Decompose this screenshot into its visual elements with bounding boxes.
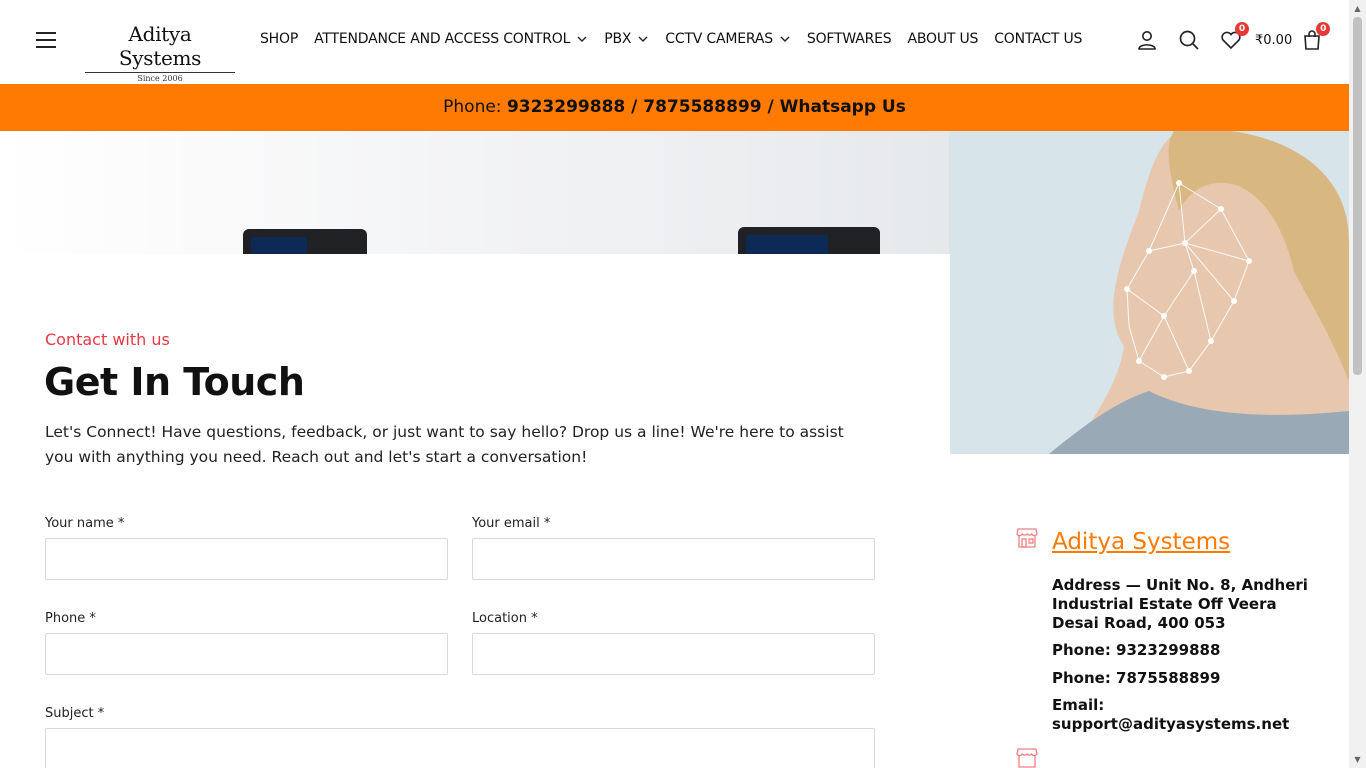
whatsapp-link[interactable]: Whatsapp Us (780, 97, 906, 117)
logo[interactable]: Aditya Systems Since 2006 (85, 22, 235, 83)
email-text: Email: support@adityasystems.net (1052, 696, 1290, 733)
nav-item-cctv[interactable]: CCTV CAMERAS (665, 31, 791, 47)
nav-item-softwares[interactable]: SOFTWARES (807, 31, 892, 47)
logo-tagline: Since 2006 (137, 74, 183, 83)
nav-item-attendance[interactable]: ATTENDANCE AND ACCESS CONTROL (314, 31, 588, 47)
store-icon (1016, 528, 1038, 548)
face-recognition-image (949, 131, 1349, 454)
page-title: Get In Touch (44, 360, 305, 404)
search-icon[interactable] (1177, 28, 1201, 52)
chevron-down-icon (577, 36, 587, 42)
nav-label: ABOUT US (907, 31, 979, 47)
cart-count-badge: 0 (1316, 22, 1331, 36)
scroll-up-icon[interactable]: ▲ (1349, 0, 1366, 17)
name-input[interactable] (45, 538, 448, 580)
logo-name: Aditya Systems (85, 22, 235, 73)
menu-icon[interactable] (36, 32, 56, 48)
name-label: Your name * (45, 516, 125, 531)
location-input[interactable] (472, 633, 875, 675)
email-label: Your email * (472, 516, 551, 531)
subject-input[interactable] (45, 728, 875, 768)
nav-item-pbx[interactable]: PBX (604, 31, 649, 47)
phone-label: Phone * (45, 611, 96, 626)
site-header: Aditya Systems Since 2006 SHOP ATTENDANC… (0, 0, 1349, 84)
nav-label: CONTACT US (994, 31, 1083, 47)
address-text: Address — Unit No. 8, Andheri Industrial… (1052, 576, 1308, 632)
phone-prefix: Phone: (443, 97, 507, 117)
nav-item-shop[interactable]: SHOP (260, 31, 298, 47)
wishlist-count-badge: 0 (1235, 22, 1249, 36)
nav-label: CCTV CAMERAS (665, 31, 773, 47)
nav-label: PBX (604, 31, 632, 47)
nav-label: ATTENDANCE AND ACCESS CONTROL (314, 31, 571, 47)
user-icon[interactable] (1135, 28, 1159, 52)
scrollbar-thumb[interactable] (1353, 17, 1362, 375)
phone-field-group: Phone * (45, 611, 448, 675)
header-actions: 0 ₹0.00 0 (1135, 22, 1342, 52)
store-icon (1016, 748, 1038, 768)
location-label: Location * (472, 611, 538, 626)
email-field-group: Your email * (472, 516, 875, 580)
shopping-bag-icon[interactable]: 0 (1300, 22, 1331, 52)
intro-text: Let's Connect! Have questions, feedback,… (45, 423, 844, 466)
email-input[interactable] (472, 538, 875, 580)
scroll-down-icon[interactable]: ▼ (1349, 751, 1366, 768)
company-name-link[interactable]: Aditya Systems (1052, 529, 1230, 555)
phone-separator: / (625, 97, 644, 117)
subject-label: Subject * (45, 706, 105, 721)
contact-form-panel: Contact with us Get In Touch Let's Conne… (0, 254, 950, 768)
name-field-group: Your name * (45, 516, 448, 580)
phone-text-2: Phone: 7875588899 (1052, 669, 1221, 687)
nav-label: SOFTWARES (806, 31, 892, 47)
phone-bar: Phone: 9323299888 / 7875588899 / Whatsap… (0, 84, 1349, 131)
subject-field-group: Subject * (45, 706, 875, 768)
phone-link-1[interactable]: 9323299888 (507, 97, 625, 117)
nav-item-contact[interactable]: CONTACT US (994, 31, 1082, 47)
section-eyebrow: Contact with us (45, 330, 170, 349)
nav-item-about[interactable]: ABOUT US (907, 31, 978, 47)
location-field-group: Location * (472, 611, 875, 675)
phone-separator: / (761, 97, 780, 117)
cart-total[interactable]: ₹0.00 (1255, 33, 1292, 48)
nav-label: SHOP (260, 31, 299, 47)
page-scrollbar[interactable]: ▲ ▼ (1349, 0, 1366, 768)
phone-link-2[interactable]: 7875588899 (643, 97, 761, 117)
phone-input[interactable] (45, 633, 448, 675)
phone-text-1: Phone: 9323299888 (1052, 641, 1221, 659)
heart-icon[interactable]: 0 (1219, 22, 1249, 52)
chevron-down-icon (638, 36, 648, 42)
main-nav: SHOP ATTENDANCE AND ACCESS CONTROL PBX C… (260, 31, 1098, 47)
chevron-down-icon (780, 36, 790, 42)
